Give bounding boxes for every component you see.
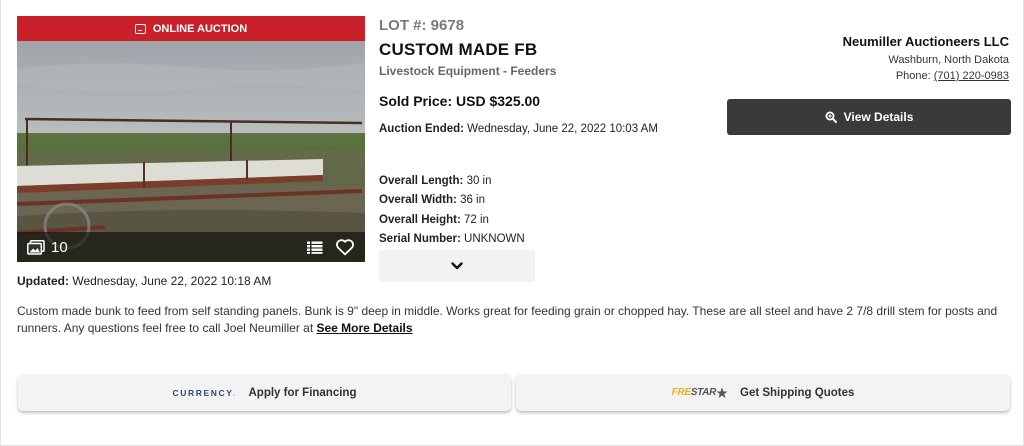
updated-label: Updated: bbox=[17, 274, 69, 288]
spec-row: Overall Length: 30 in bbox=[379, 172, 525, 191]
spec-label: Serial Number: bbox=[379, 232, 461, 245]
phone-link[interactable]: (701) 220-0983 bbox=[934, 70, 1009, 82]
description-text: Custom made bunk to feed from self stand… bbox=[17, 304, 998, 335]
currency-logo: CURRENCY. bbox=[172, 387, 237, 398]
spec-row: Overall Width: 36 in bbox=[379, 191, 525, 210]
equipment-photo bbox=[17, 41, 365, 262]
seller-name[interactable]: Neumiller Auctioneers LLC bbox=[843, 34, 1009, 49]
star-icon bbox=[716, 387, 728, 398]
spec-row: Overall Height: 72 in bbox=[379, 211, 525, 230]
online-auction-badge: ONLINE AUCTION bbox=[17, 16, 365, 41]
monitor-icon bbox=[134, 23, 146, 34]
list-icon[interactable] bbox=[307, 241, 323, 254]
spec-value: UNKNOWN bbox=[464, 232, 525, 245]
spec-value: 30 in bbox=[466, 175, 492, 187]
chevron-down-icon bbox=[451, 262, 463, 270]
badge-label: ONLINE AUCTION bbox=[152, 22, 248, 35]
auction-ended-value: Wednesday, June 22, 2022 10:03 AM bbox=[467, 123, 658, 135]
seller-phone: Phone: (701) 220-0983 bbox=[843, 70, 1009, 82]
phone-label: Phone: bbox=[895, 70, 931, 82]
search-icon bbox=[825, 111, 837, 123]
auction-ended-label: Auction Ended: bbox=[379, 123, 464, 135]
auction-ended: Auction Ended: Wednesday, June 22, 2022 … bbox=[379, 123, 658, 135]
photo-toolbar: 10 bbox=[17, 232, 365, 262]
updated-value: Wednesday, June 22, 2022 10:18 AM bbox=[72, 274, 272, 288]
frestar-logo: FRE STAR bbox=[672, 387, 728, 399]
lot-card: ONLINE AUCTION 10 Updated: Wednesday, Ju… bbox=[0, 0, 1024, 446]
view-details-button[interactable]: View Details bbox=[727, 99, 1011, 135]
apply-financing-button[interactable]: CURRENCY. Apply for Financing bbox=[18, 374, 511, 411]
currency-logo-text: CURRENCY bbox=[172, 387, 233, 398]
expand-specs-button[interactable] bbox=[379, 250, 535, 282]
lot-category: Livestock Equipment - Feeders bbox=[379, 64, 557, 78]
lot-description: Custom made bunk to feed from self stand… bbox=[17, 303, 1009, 336]
shipping-label: Get Shipping Quotes bbox=[740, 386, 855, 399]
spec-row: Serial Number: UNKNOWN bbox=[379, 230, 525, 249]
seller-location: Washburn, North Dakota bbox=[888, 54, 1009, 66]
lot-number: LOT #: 9678 bbox=[379, 17, 465, 34]
spec-value: 36 in bbox=[460, 194, 485, 207]
photo-count-value: 10 bbox=[51, 238, 68, 256]
seller-info: Neumiller Auctioneers LLC Washburn, Nort… bbox=[843, 34, 1009, 82]
spec-label: Overall Height: bbox=[379, 213, 461, 226]
frestar-logo-part2: STAR bbox=[690, 387, 717, 398]
lot-photo[interactable]: ONLINE AUCTION 10 bbox=[17, 16, 365, 262]
lot-title[interactable]: CUSTOM MADE FB bbox=[379, 40, 537, 60]
financing-label: Apply for Financing bbox=[248, 386, 357, 399]
spec-label: Overall Length: bbox=[379, 175, 464, 187]
view-details-label: View Details bbox=[843, 110, 914, 124]
updated-timestamp: Updated: Wednesday, June 22, 2022 10:18 … bbox=[17, 274, 271, 288]
gallery-icon bbox=[27, 239, 45, 255]
sold-price: Sold Price: USD $325.00 bbox=[379, 93, 541, 109]
heart-icon[interactable] bbox=[335, 238, 355, 256]
spec-label: Overall Width: bbox=[379, 194, 457, 207]
spec-list: Overall Length: 30 in Overall Width: 36 … bbox=[379, 172, 525, 249]
spec-value: 72 in bbox=[464, 213, 489, 226]
photo-count[interactable]: 10 bbox=[27, 239, 68, 256]
see-more-link[interactable]: See More Details bbox=[317, 321, 413, 335]
shipping-quotes-button[interactable]: FRE STAR Get Shipping Quotes bbox=[516, 374, 1010, 411]
frestar-logo-part1: FRE bbox=[671, 387, 691, 398]
